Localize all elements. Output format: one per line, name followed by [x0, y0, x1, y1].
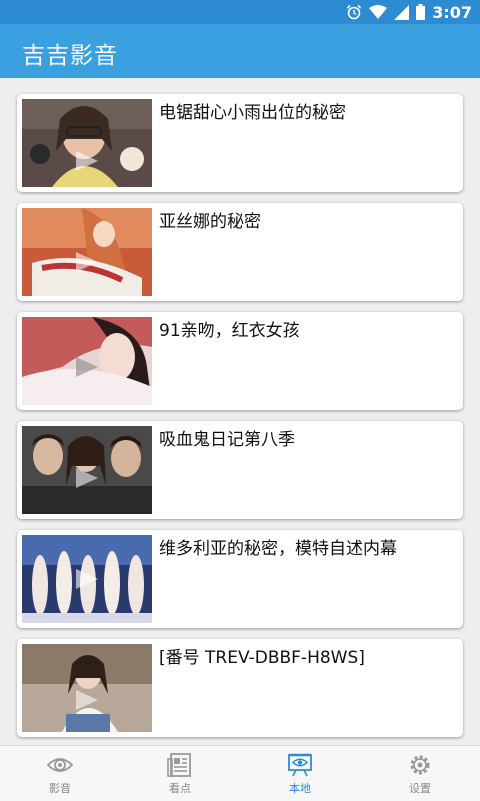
video-title: 亚丝娜的秘密 — [159, 212, 261, 232]
video-card[interactable]: [番号 TREV-DBBF-H8WS] — [17, 639, 463, 737]
local-screen-icon — [288, 753, 312, 777]
bottom-nav: 影音 看点 本地 设置 — [0, 745, 480, 801]
video-thumbnail[interactable] — [22, 535, 152, 623]
video-card[interactable]: 91亲吻，红衣女孩 — [17, 312, 463, 410]
wifi-icon — [369, 5, 388, 19]
nav-item-bendi[interactable]: 本地 — [240, 746, 360, 801]
video-thumbnail[interactable] — [22, 208, 152, 296]
video-title: 维多利亚的秘密，模特自述内幕 — [159, 539, 397, 559]
video-title: 91亲吻，红衣女孩 — [159, 321, 300, 341]
nav-item-shezhi[interactable]: 设置 — [360, 746, 480, 801]
video-thumbnail[interactable] — [22, 426, 152, 514]
gear-icon — [410, 755, 430, 775]
alarm-icon — [347, 4, 362, 20]
video-thumbnail[interactable] — [22, 317, 152, 405]
status-bar: 3:07 — [0, 0, 480, 24]
nav-label: 看点 — [169, 782, 191, 795]
video-thumbnail[interactable] — [22, 644, 152, 732]
app-title: 吉吉影音 — [22, 43, 118, 69]
eye-icon — [46, 758, 74, 772]
video-title: 吸血鬼日记第八季 — [159, 430, 295, 450]
nav-label: 本地 — [289, 782, 311, 795]
video-title: [番号 TREV-DBBF-H8WS] — [159, 648, 365, 668]
status-time: 3:07 — [432, 2, 472, 22]
video-thumbnail[interactable] — [22, 99, 152, 187]
video-card[interactable]: 亚丝娜的秘密 — [17, 203, 463, 301]
nav-label: 影音 — [49, 782, 71, 795]
app-bar: 吉吉影音 — [0, 24, 480, 78]
signal-icon — [394, 4, 410, 20]
nav-label: 设置 — [409, 782, 431, 795]
nav-item-kandian[interactable]: 看点 — [120, 746, 240, 801]
nav-item-yingyin[interactable]: 影音 — [0, 746, 120, 801]
video-card[interactable]: 吸血鬼日记第八季 — [17, 421, 463, 519]
video-list[interactable]: 电锯甜心小雨出位的秘密 亚丝娜的秘密 91亲吻，红衣女孩 吸血鬼日记第八季 维多… — [0, 78, 480, 745]
video-card[interactable]: 维多利亚的秘密，模特自述内幕 — [17, 530, 463, 628]
video-card[interactable]: 电锯甜心小雨出位的秘密 — [17, 94, 463, 192]
newspaper-icon — [167, 753, 191, 777]
video-title: 电锯甜心小雨出位的秘密 — [159, 103, 346, 123]
battery-icon — [416, 4, 426, 20]
